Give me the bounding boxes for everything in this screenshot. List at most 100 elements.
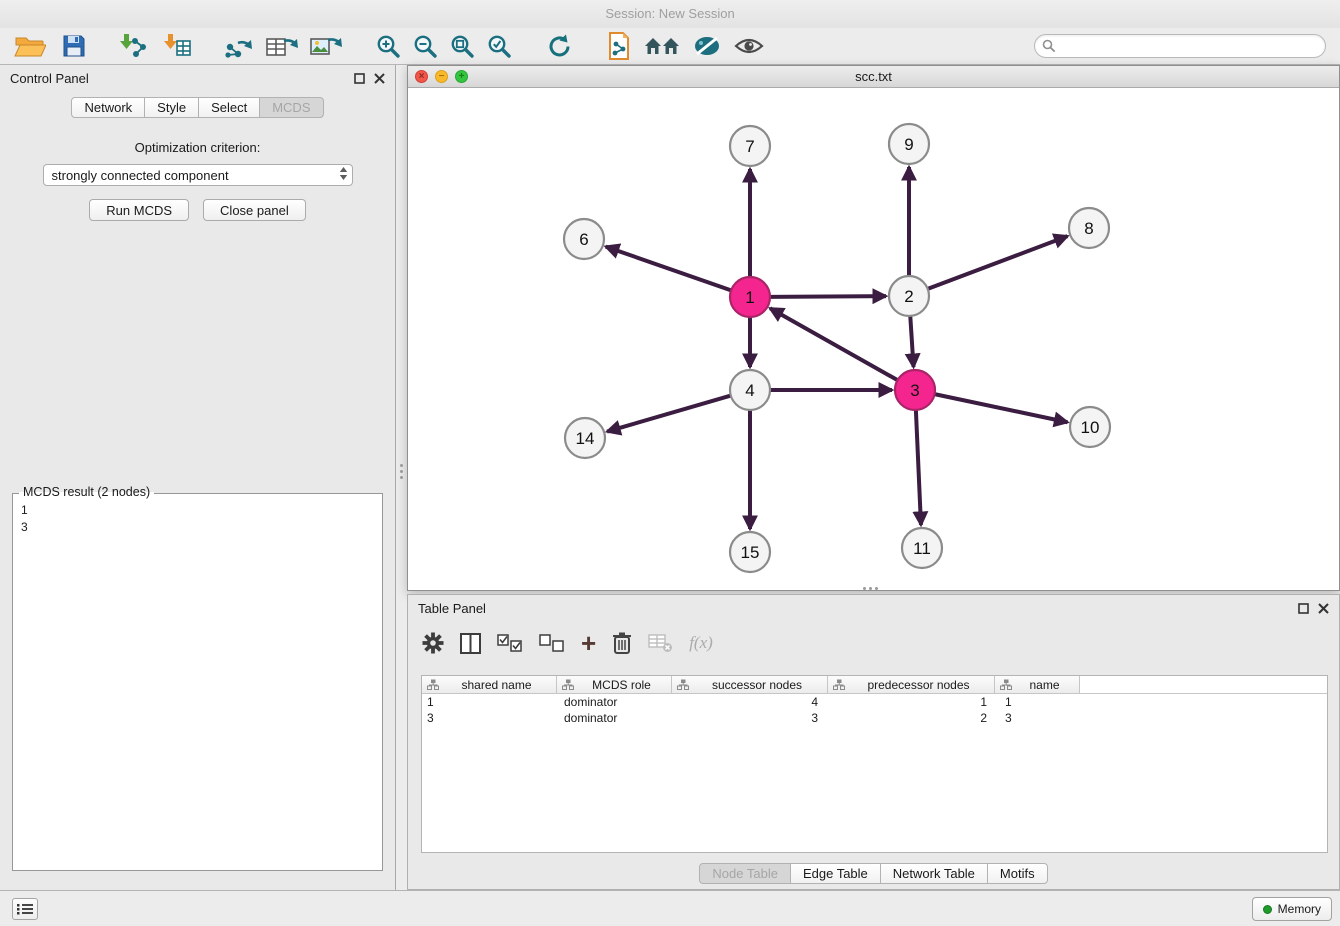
svg-text:9: 9 — [904, 135, 913, 154]
network-view-window: × − + scc.txt 7 9 6 8 1 2 4 3 14 10 15 11 — [407, 65, 1340, 591]
splitter-handle-horizontal[interactable] — [858, 587, 882, 593]
table-row[interactable]: 3 dominator 3 2 3 — [422, 710, 1327, 726]
refresh-icon[interactable] — [546, 30, 573, 62]
list-icon — [17, 903, 33, 915]
criterion-select[interactable]: strongly connected component — [43, 164, 353, 186]
apply-style-icon[interactable] — [693, 30, 721, 62]
export-network-icon[interactable] — [224, 30, 254, 62]
edge-4-14[interactable] — [607, 396, 731, 432]
svg-text:7: 7 — [745, 137, 754, 156]
search-input[interactable] — [1034, 34, 1326, 58]
import-network-icon[interactable] — [118, 30, 148, 62]
control-panel-title: Control Panel — [10, 71, 345, 86]
float-panel-icon[interactable] — [354, 73, 365, 84]
table-row[interactable]: 1 dominator 4 1 1 — [422, 694, 1327, 710]
save-session-icon[interactable] — [62, 30, 86, 62]
edge-1-6[interactable] — [606, 247, 731, 291]
mcds-result-line: 1 — [21, 502, 382, 519]
edge-2-3[interactable] — [910, 316, 913, 367]
open-session-icon[interactable] — [14, 30, 46, 62]
edge-3-10[interactable] — [935, 394, 1068, 422]
splitter-handle-vertical[interactable] — [397, 461, 405, 489]
tab-node-table[interactable]: Node Table — [699, 863, 791, 884]
close-table-panel-icon[interactable] — [1318, 603, 1329, 614]
delete-icon[interactable] — [612, 627, 632, 659]
close-window-button[interactable]: × — [415, 70, 428, 83]
table-header-row: shared name MCDS role successor nodes pr… — [422, 676, 1327, 694]
cell-mcds-role[interactable]: dominator — [557, 694, 672, 710]
export-image-icon[interactable] — [310, 30, 342, 62]
show-hide-panel-eye-icon[interactable] — [734, 30, 764, 62]
memory-button[interactable]: Memory — [1252, 897, 1332, 921]
column-header-name[interactable]: name — [995, 676, 1080, 694]
control-panel-tabs: Network Style Select MCDS — [0, 97, 395, 118]
zoom-out-icon[interactable] — [413, 30, 438, 62]
deselect-all-icon[interactable] — [539, 627, 565, 659]
table-columns-icon[interactable] — [460, 627, 481, 659]
column-header-shared-name[interactable]: shared name — [422, 676, 557, 694]
tab-mcds[interactable]: MCDS — [259, 97, 323, 118]
status-bar: Memory — [0, 890, 1340, 926]
attribute-icon — [427, 679, 439, 690]
select-all-icon[interactable] — [497, 627, 523, 659]
main-toolbar — [0, 28, 1340, 65]
tab-network[interactable]: Network — [71, 97, 145, 118]
export-table-icon[interactable] — [266, 30, 298, 62]
node-1[interactable]: 1 — [730, 277, 770, 317]
column-header-mcds-role[interactable]: MCDS role — [557, 676, 672, 694]
edge-3-1[interactable] — [770, 308, 898, 380]
column-header-predecessor-nodes[interactable]: predecessor nodes — [828, 676, 995, 694]
zoom-selected-icon[interactable] — [487, 30, 512, 62]
memory-label: Memory — [1278, 902, 1321, 916]
zoom-window-button[interactable]: + — [455, 70, 468, 83]
attribute-icon — [1000, 679, 1012, 690]
task-history-button[interactable] — [12, 898, 38, 920]
cell-shared-name[interactable]: 1 — [422, 694, 557, 710]
tab-style[interactable]: Style — [144, 97, 199, 118]
node-14[interactable]: 14 — [565, 418, 605, 458]
cell-name[interactable]: 1 — [995, 694, 1080, 710]
edge-2-8[interactable] — [928, 236, 1068, 289]
zoom-in-icon[interactable] — [376, 30, 401, 62]
tab-network-table[interactable]: Network Table — [880, 863, 988, 884]
node-9[interactable]: 9 — [889, 124, 929, 164]
network-graph[interactable]: 7 9 6 8 1 2 4 3 14 10 15 11 — [408, 88, 1339, 590]
cell-name[interactable]: 3 — [995, 710, 1080, 726]
import-table-icon[interactable] — [162, 30, 192, 62]
criterion-selected-value: strongly connected component — [52, 168, 339, 183]
tab-motifs[interactable]: Motifs — [987, 863, 1048, 884]
close-panel-icon[interactable] — [374, 73, 385, 84]
node-6[interactable]: 6 — [564, 219, 604, 259]
edge-3-11[interactable] — [916, 410, 921, 525]
column-header-successor-nodes[interactable]: successor nodes — [672, 676, 828, 694]
cell-predecessor-nodes[interactable]: 2 — [828, 710, 995, 726]
cell-successor-nodes[interactable]: 3 — [672, 710, 828, 726]
tab-select[interactable]: Select — [198, 97, 260, 118]
node-15[interactable]: 15 — [730, 532, 770, 572]
run-mcds-button[interactable]: Run MCDS — [89, 199, 189, 221]
gear-icon[interactable] — [422, 627, 444, 659]
cell-shared-name[interactable]: 3 — [422, 710, 557, 726]
cell-successor-nodes[interactable]: 4 — [672, 694, 828, 710]
edge-1-2[interactable] — [770, 296, 886, 297]
network-window-titlebar[interactable]: × − + scc.txt — [408, 66, 1339, 88]
node-3[interactable]: 3 — [895, 370, 935, 410]
node-4[interactable]: 4 — [730, 370, 770, 410]
tab-edge-table[interactable]: Edge Table — [790, 863, 881, 884]
node-8[interactable]: 8 — [1069, 208, 1109, 248]
zoom-fit-icon[interactable] — [450, 30, 475, 62]
node-10[interactable]: 10 — [1070, 407, 1110, 447]
table-panel-title: Table Panel — [418, 601, 1289, 616]
node-7[interactable]: 7 — [730, 126, 770, 166]
node-2[interactable]: 2 — [889, 276, 929, 316]
cell-mcds-role[interactable]: dominator — [557, 710, 672, 726]
open-network-file-icon[interactable] — [607, 30, 631, 62]
close-panel-button[interactable]: Close panel — [203, 199, 306, 221]
minimize-window-button[interactable]: − — [435, 70, 448, 83]
add-icon[interactable]: + — [581, 627, 596, 659]
first-neighbors-icon[interactable] — [644, 30, 680, 62]
svg-text:1: 1 — [745, 288, 754, 307]
node-11[interactable]: 11 — [902, 528, 942, 568]
cell-predecessor-nodes[interactable]: 1 — [828, 694, 995, 710]
float-table-panel-icon[interactable] — [1298, 603, 1309, 614]
